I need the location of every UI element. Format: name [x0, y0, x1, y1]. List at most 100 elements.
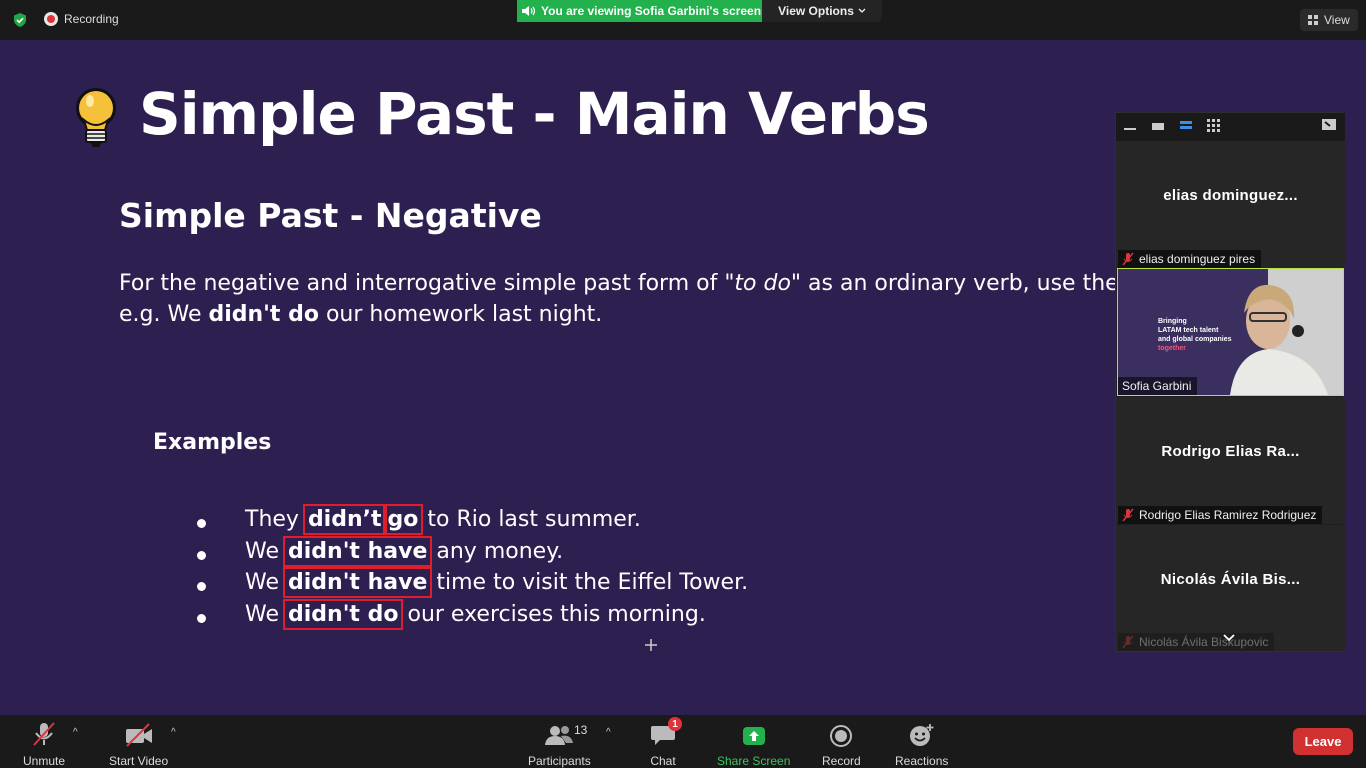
- muted-mic-icon: [1122, 252, 1134, 266]
- participant-name-label: Nicolás Ávila Biskupovic: [1118, 633, 1275, 651]
- record-icon: [830, 725, 853, 747]
- view-grid-icon: [1308, 15, 1318, 25]
- view-options-label: View Options: [778, 4, 854, 18]
- overlay-line: LATAM tech talent: [1158, 327, 1219, 334]
- example-text: We didn't do our exercises this morning.: [245, 598, 706, 630]
- participants-label: Participants: [528, 754, 591, 768]
- participants-icon: [545, 726, 574, 745]
- viewing-screen-text: You are viewing Sofia Garbini's screen: [541, 4, 762, 18]
- example-pre: They: [245, 507, 306, 532]
- participant-name: Nicolás Ávila Biskupovic: [1139, 635, 1269, 649]
- video-off-icon: [125, 723, 152, 747]
- highlighted-verb: didn’t: [302, 504, 387, 535]
- highlighted-verb: didn't have: [282, 535, 433, 567]
- participants-options-caret-icon[interactable]: ^: [606, 727, 611, 738]
- reactions-label: Reactions: [895, 754, 949, 768]
- view-button[interactable]: View: [1300, 9, 1358, 31]
- bullet-icon: [195, 572, 206, 591]
- participant-name-label: Rodrigo Elias Ramirez Rodriguez: [1118, 506, 1323, 524]
- example-pre: We: [245, 570, 286, 595]
- example-pre: We: [245, 538, 286, 564]
- video-panel: elias dominguez... elias dominguez pires…: [1115, 112, 1345, 652]
- minimize-icon[interactable]: [1124, 127, 1136, 131]
- recording-dot-icon: [44, 12, 58, 26]
- participants-count: 13: [574, 723, 588, 737]
- highlighted-verb: didn't have: [282, 567, 433, 598]
- slide-title: Simple Past - Main Verbs: [139, 80, 930, 148]
- share-screen-label: Share Screen: [717, 754, 791, 768]
- share-screen-button[interactable]: Share Screen: [717, 721, 790, 768]
- bullet-icon: [195, 509, 206, 528]
- participant-tile[interactable]: elias dominguez... elias dominguez pires: [1116, 141, 1345, 268]
- viewing-screen-banner: You are viewing Sofia Garbini's screen: [517, 0, 762, 22]
- overlay-line: and global companies: [1158, 336, 1232, 343]
- example-pre: We: [245, 601, 286, 627]
- single-view-icon[interactable]: [1152, 123, 1164, 131]
- share-screen-icon: [742, 727, 765, 745]
- example-post: time to visit the Eiffel Tower.: [429, 570, 749, 595]
- body-line-2: e.g. We didn't do our homework last nigh…: [119, 299, 1119, 330]
- unmute-label: Unmute: [23, 754, 66, 768]
- view-label: View: [1324, 13, 1350, 27]
- example-text: They didn’t go to Rio last summer.: [245, 504, 641, 535]
- participant-name: elias dominguez pires: [1139, 252, 1256, 266]
- chat-label: Chat: [650, 754, 676, 768]
- body-line-1-pre: For the negative and interrogative simpl…: [119, 271, 725, 296]
- scroll-down-chevron-icon[interactable]: [1222, 633, 1236, 643]
- highlighted-verb: go: [382, 504, 424, 535]
- reactions-smiley-icon: [909, 724, 934, 746]
- speaker-icon: [522, 6, 536, 16]
- participant-name-label: elias dominguez pires: [1118, 250, 1262, 268]
- chat-unread-badge: 1: [668, 717, 682, 731]
- audio-options-caret-icon[interactable]: ^: [73, 727, 78, 738]
- body-line-2-pre: e.g. We: [119, 302, 209, 327]
- example-text: We didn't have any money.: [245, 535, 564, 567]
- leave-button[interactable]: Leave: [1293, 728, 1353, 755]
- participant-name-label: Sofia Garbini: [1118, 377, 1198, 395]
- record-label: Record: [822, 754, 861, 768]
- example-post: to Rio last summer.: [420, 507, 641, 532]
- lightbulb-icon: [76, 88, 116, 147]
- body-line-1-italic: "to do": [724, 271, 802, 296]
- participant-display-name: elias dominguez...: [1163, 187, 1298, 204]
- unmute-button[interactable]: Unmute: [23, 721, 65, 768]
- muted-mic-icon: [1122, 508, 1134, 522]
- participant-name: Sofia Garbini: [1122, 379, 1192, 393]
- start-video-button[interactable]: Start Video: [109, 721, 168, 768]
- example-post: any money.: [429, 538, 564, 564]
- recording-label: Recording: [64, 12, 119, 26]
- chevron-down-icon: [858, 8, 866, 13]
- body-line-2-post: our homework last night.: [318, 302, 603, 327]
- recording-indicator[interactable]: Recording: [44, 12, 119, 26]
- body-line-2-bold: didn't do: [208, 302, 319, 327]
- start-video-label: Start Video: [109, 754, 169, 768]
- highlighted-verb: didn't do: [282, 598, 404, 630]
- participant-display-name: Rodrigo Elias Ra...: [1161, 443, 1300, 460]
- bottom-toolbar: Unmute ^ Start Video ^ Participants ^ Ch…: [0, 715, 1366, 768]
- security-shield-icon[interactable]: [12, 12, 28, 28]
- participant-tile[interactable]: Rodrigo Elias Ra... Rodrigo Elias Ramire…: [1116, 397, 1345, 524]
- reactions-button[interactable]: Reactions: [895, 721, 948, 768]
- participant-video-tile[interactable]: Bringing LATAM tech talent and global co…: [1117, 268, 1344, 396]
- video-panel-toolbar: [1116, 113, 1345, 141]
- participant-name: Rodrigo Elias Ramirez Rodriguez: [1139, 508, 1317, 522]
- bullet-icon: [195, 604, 206, 623]
- body-line-1-post: as an ordinary verb, use the au: [801, 271, 1119, 296]
- slide-subtitle: Simple Past - Negative: [119, 196, 542, 235]
- muted-mic-icon: [1122, 635, 1134, 649]
- gallery-view-icon[interactable]: [1207, 119, 1221, 133]
- overlay-line: Bringing: [1158, 318, 1187, 325]
- example-text: We didn't have time to visit the Eiffel …: [245, 567, 749, 598]
- strip-view-icon[interactable]: [1180, 121, 1192, 133]
- collapse-panel-icon[interactable]: [1322, 119, 1336, 131]
- example-post: our exercises this morning.: [400, 601, 706, 627]
- crosshair-cursor-icon: [645, 639, 657, 651]
- examples-heading: Examples: [153, 430, 272, 455]
- video-options-caret-icon[interactable]: ^: [171, 727, 176, 738]
- muted-microphone-icon: [33, 722, 55, 746]
- bullet-icon: [195, 541, 206, 560]
- record-button[interactable]: Record: [822, 721, 861, 768]
- view-options-button[interactable]: View Options: [762, 0, 882, 22]
- participant-display-name: Nicolás Ávila Bis...: [1160, 571, 1301, 588]
- overlay-line: together: [1158, 345, 1186, 352]
